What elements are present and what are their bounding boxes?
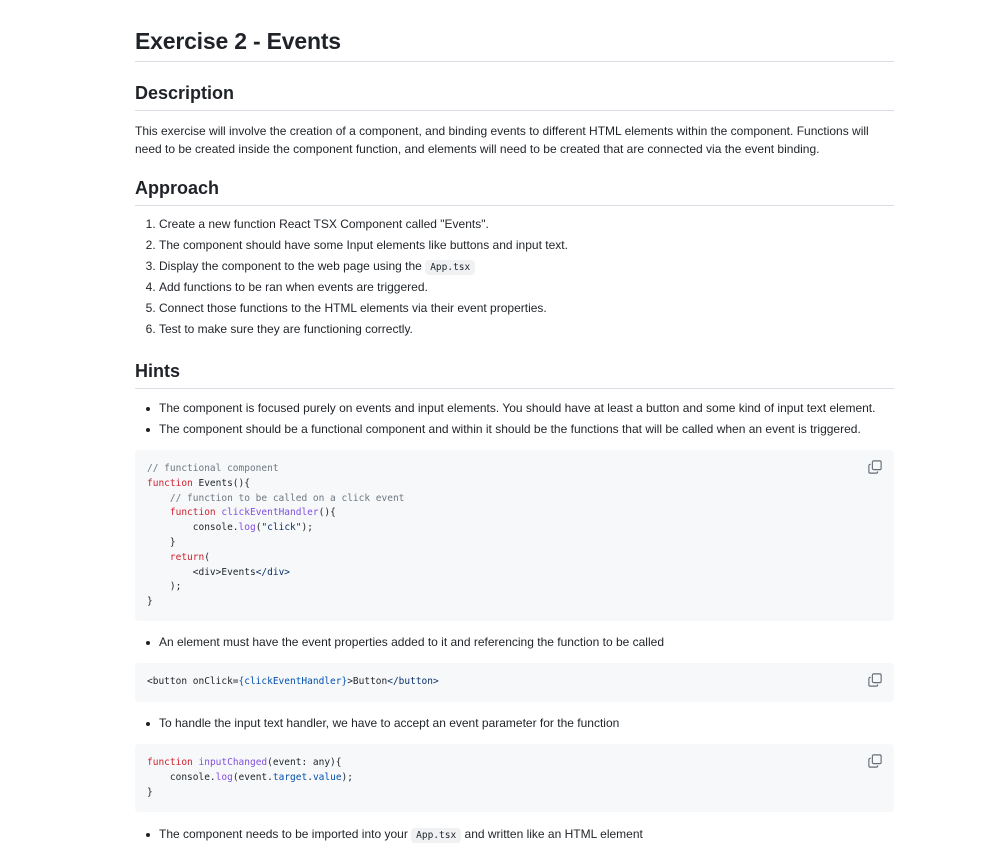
- code-keyword: return: [169, 551, 205, 563]
- approach-heading: Approach: [135, 177, 894, 206]
- hints-list: The component is focused purely on event…: [135, 398, 894, 440]
- hint-text: The component needs to be imported into …: [159, 827, 412, 841]
- code-text: Events(){: [192, 477, 250, 489]
- approach-step-text: Display the component to the web page us…: [159, 259, 426, 273]
- approach-step: Add functions to be ran when events are …: [159, 277, 894, 298]
- hint-item: An element must have the event propertie…: [146, 632, 894, 653]
- approach-step: Test to make sure they are functioning c…: [159, 319, 894, 340]
- hint-text: and written like an HTML element: [461, 827, 643, 841]
- code-text: (: [204, 551, 210, 563]
- copy-icon[interactable]: [868, 460, 882, 474]
- code-block: <button onClick={clickEventHandler}>Butt…: [135, 663, 894, 702]
- description-heading: Description: [135, 82, 894, 111]
- code-text: }: [169, 536, 176, 548]
- inline-code: App.tsx: [425, 260, 476, 275]
- code-tag: </div>: [255, 566, 291, 578]
- hints-heading: Hints: [135, 360, 894, 389]
- code-comment: // functional component: [147, 463, 279, 474]
- code-block: // functional component function Events(…: [135, 450, 894, 621]
- approach-steps: Create a new function React TSX Componen…: [135, 214, 894, 340]
- code-text: console.: [169, 771, 216, 783]
- copy-icon[interactable]: [868, 673, 882, 687]
- code-keyword: function: [147, 757, 193, 768]
- code-text: console.: [192, 522, 239, 534]
- code-text: );: [301, 522, 313, 534]
- page-title: Exercise 2 - Events: [135, 0, 894, 62]
- code-comment: // function to be called on a click even…: [169, 492, 405, 504]
- hints-list-cont: The component needs to be imported into …: [135, 824, 894, 845]
- code-function: inputChanged: [198, 757, 268, 768]
- approach-step: Create a new function React TSX Componen…: [159, 214, 894, 235]
- code-text: <button onClick=: [147, 676, 239, 687]
- copy-icon[interactable]: [868, 754, 882, 768]
- code-text: );: [341, 771, 353, 783]
- code-property: value: [312, 771, 342, 783]
- inline-code: App.tsx: [411, 828, 462, 843]
- code-function: log: [238, 522, 256, 534]
- code-block: function inputChanged(event: any){ conso…: [135, 744, 894, 812]
- hint-item: To handle the input text handler, we hav…: [146, 713, 894, 734]
- code-tag: </button>: [387, 676, 439, 687]
- description-text: This exercise will involve the creation …: [135, 124, 869, 156]
- code-text: (){: [318, 507, 336, 519]
- code-text: <div>Events: [192, 566, 256, 578]
- code-expression: {clickEventHandler}: [238, 676, 348, 687]
- hints-list-cont: An element must have the event propertie…: [135, 632, 894, 653]
- readme-page: Exercise 2 - Events Description This exe…: [0, 0, 992, 867]
- code-text: >Button: [347, 676, 388, 687]
- code-text: (event.: [232, 771, 273, 783]
- code-content: // functional component function Events(…: [147, 462, 404, 610]
- code-keyword: function: [147, 477, 193, 489]
- code-string: "click": [261, 522, 302, 534]
- hints-list-cont: To handle the input text handler, we hav…: [135, 713, 894, 734]
- code-text: }: [147, 786, 153, 798]
- code-text: );: [169, 581, 182, 593]
- code-content: <button onClick={clickEventHandler}>Butt…: [147, 675, 439, 690]
- hint-item: The component should be a functional com…: [146, 419, 894, 440]
- hint-item: The component is focused purely on event…: [146, 398, 894, 419]
- code-text: }: [147, 596, 153, 608]
- code-property: target: [272, 771, 308, 783]
- approach-step: The component should have some Input ele…: [159, 235, 894, 256]
- approach-step: Display the component to the web page us…: [159, 256, 894, 277]
- approach-step: Connect those functions to the HTML elem…: [159, 298, 894, 319]
- code-content: function inputChanged(event: any){ conso…: [147, 756, 353, 800]
- code-text: (event: any){: [267, 757, 342, 768]
- code-keyword: function: [169, 507, 216, 519]
- code-function: clickEventHandler: [221, 507, 319, 519]
- code-function: log: [215, 771, 233, 783]
- markdown-body: Exercise 2 - Events: [135, 0, 894, 62]
- hint-item: The component needs to be imported into …: [146, 824, 894, 845]
